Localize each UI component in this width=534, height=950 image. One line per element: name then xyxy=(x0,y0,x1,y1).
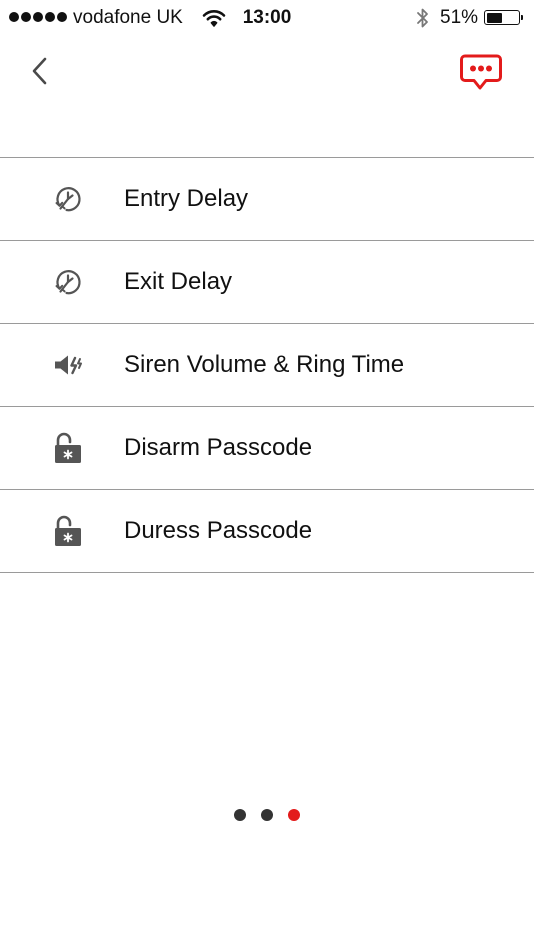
chat-bubble-icon xyxy=(460,54,502,90)
settings-row-label: Siren Volume & Ring Time xyxy=(124,351,405,378)
clock-key-icon xyxy=(50,181,86,217)
status-bar: vodafone UK 13:00 51% xyxy=(0,0,534,36)
back-button[interactable] xyxy=(22,50,58,92)
chevron-left-icon xyxy=(32,57,47,85)
battery-icon xyxy=(484,10,520,25)
settings-row-label: Exit Delay xyxy=(124,268,233,295)
page-dot-2[interactable] xyxy=(261,809,273,821)
padlock-open-icon xyxy=(50,430,86,466)
settings-row-entry-delay[interactable]: Entry Delay xyxy=(0,158,534,241)
settings-row-label: Disarm Passcode xyxy=(124,434,313,461)
settings-row-label: Duress Passcode xyxy=(124,517,313,544)
settings-row-siren-volume[interactable]: Siren Volume & Ring Time xyxy=(0,324,534,407)
settings-list: Entry Delay Exit Delay Siren Volume & Ri… xyxy=(0,157,534,573)
page-indicator xyxy=(0,809,534,821)
settings-row-duress-passcode[interactable]: Duress Passcode xyxy=(0,490,534,573)
speaker-icon xyxy=(50,347,86,383)
settings-row-label: Entry Delay xyxy=(124,185,249,212)
settings-row-exit-delay[interactable]: Exit Delay xyxy=(0,241,534,324)
clock-key-icon xyxy=(50,264,86,300)
battery-tip xyxy=(521,15,523,20)
padlock-open-icon xyxy=(50,513,86,549)
battery-percent: 51% xyxy=(440,7,479,28)
page-dot-1[interactable] xyxy=(234,809,246,821)
settings-row-disarm-passcode[interactable]: Disarm Passcode xyxy=(0,407,534,490)
bluetooth-icon xyxy=(415,6,431,35)
chat-button[interactable] xyxy=(456,50,506,96)
battery-level-fill xyxy=(486,12,502,23)
page-dot-3[interactable] xyxy=(288,809,300,821)
